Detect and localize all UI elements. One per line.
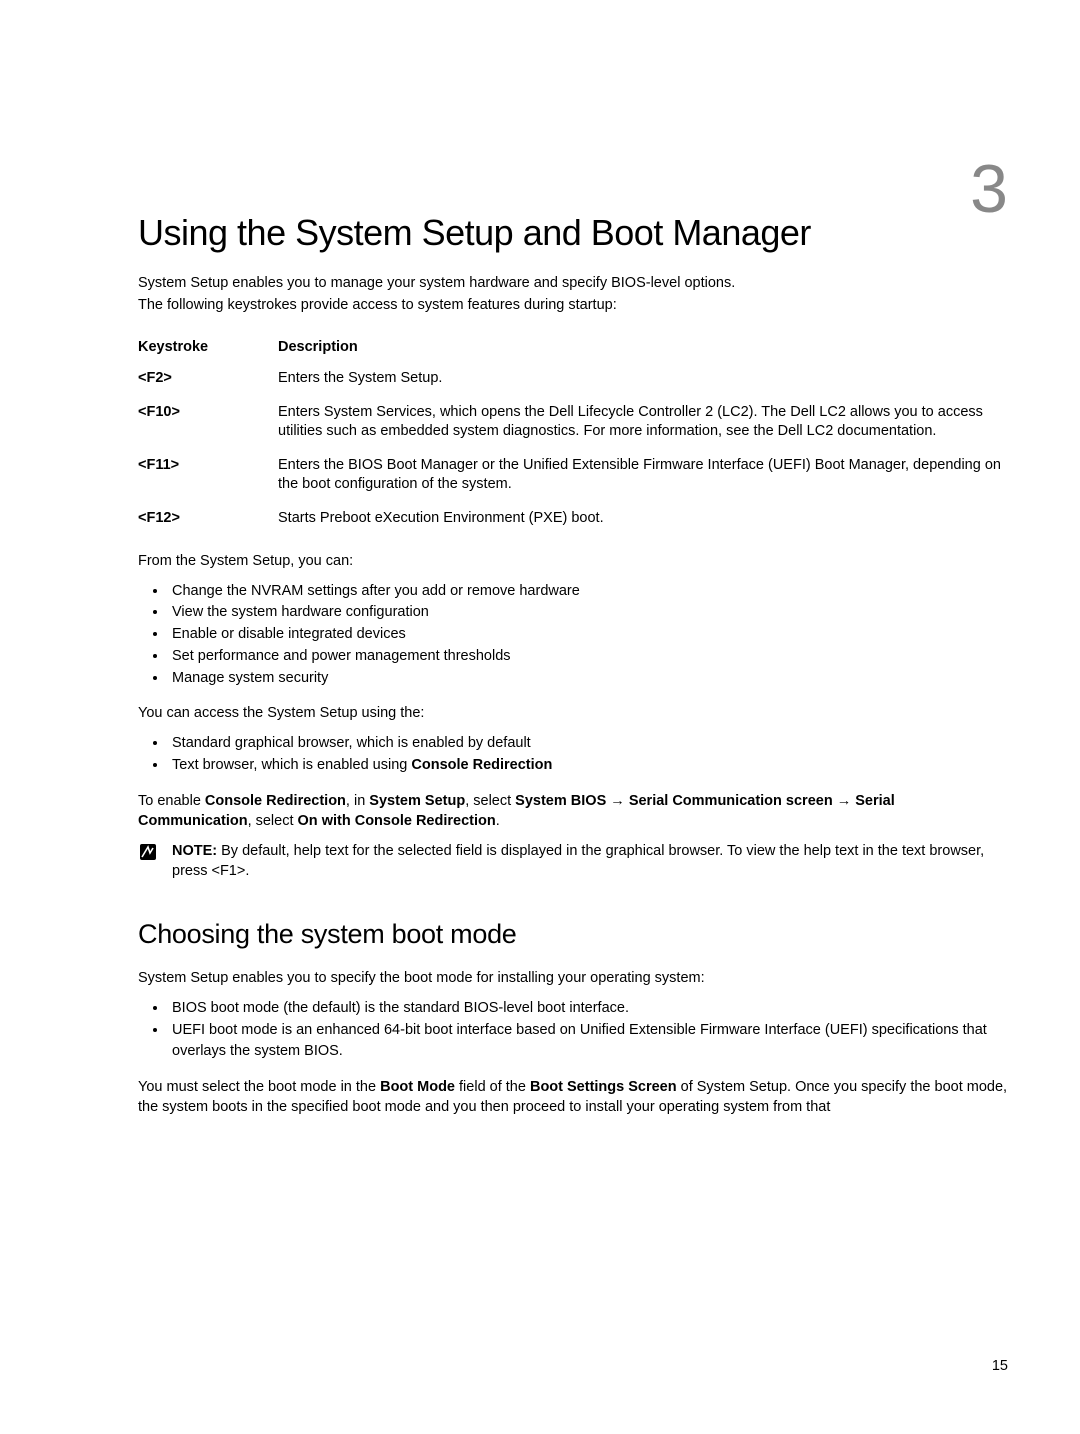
list-item: Set performance and power management thr… [168,646,1010,668]
intro-block: System Setup enables you to manage your … [138,274,1010,315]
setup-bullets: Change the NVRAM settings after you add … [168,581,1010,690]
section2-p2: You must select the boot mode in the Boo… [138,1077,1010,1117]
note-label: NOTE: [172,843,217,859]
list-item: Manage system security [168,668,1010,690]
chapter-number: 3 [970,150,1008,228]
keystroke-cell: <F12> [138,503,278,537]
from-setup-intro: From the System Setup, you can: [138,551,1010,571]
table-row: <F12> Starts Preboot eXecution Environme… [138,503,1010,537]
list-item: Standard graphical browser, which is ena… [168,733,1010,755]
desc-cell: Starts Preboot eXecution Environment (PX… [278,503,1010,537]
section2-bullets: BIOS boot mode (the default) is the stan… [168,998,1010,1063]
desc-cell: Enters System Services, which opens the … [278,397,1010,450]
access-intro: You can access the System Setup using th… [138,703,1010,723]
note-text: NOTE: By default, help text for the sele… [172,841,1010,881]
list-item: UEFI boot mode is an enhanced 64-bit boo… [168,1020,1010,1064]
intro-p2: The following keystrokes provide access … [138,296,1010,316]
note-body: By default, help text for the selected f… [172,843,984,879]
section2-p1: System Setup enables you to specify the … [138,968,1010,988]
note-block: NOTE: By default, help text for the sele… [138,841,1010,881]
access-bullets: Standard graphical browser, which is ena… [168,733,1010,777]
table-row: <F10> Enters System Services, which open… [138,397,1010,450]
list-item: BIOS boot mode (the default) is the stan… [168,998,1010,1020]
note-icon [138,842,158,862]
intro-p1: System Setup enables you to manage your … [138,274,1010,294]
page-title: Using the System Setup and Boot Manager [138,212,1010,254]
enable-console-redirection-para: To enable Console Redirection, in System… [138,791,1010,831]
list-item: Change the NVRAM settings after you add … [168,581,1010,603]
list-item: Text browser, which is enabled using Con… [168,755,1010,777]
list-item: View the system hardware configuration [168,602,1010,624]
table-header-row: Keystroke Description [138,333,1010,363]
keystroke-cell: <F2> [138,363,278,397]
section-heading-boot-mode: Choosing the system boot mode [138,919,1010,950]
page-number: 15 [992,1358,1008,1374]
th-description: Description [278,333,1010,363]
desc-cell: Enters the BIOS Boot Manager or the Unif… [278,450,1010,503]
keystroke-cell: <F11> [138,450,278,503]
page-content: Using the System Setup and Boot Manager … [0,0,1080,1181]
table-row: <F11> Enters the BIOS Boot Manager or th… [138,450,1010,503]
table-row: <F2> Enters the System Setup. [138,363,1010,397]
keystroke-cell: <F10> [138,397,278,450]
th-keystroke: Keystroke [138,333,278,363]
desc-cell: Enters the System Setup. [278,363,1010,397]
list-item: Enable or disable integrated devices [168,624,1010,646]
keystroke-table: Keystroke Description <F2> Enters the Sy… [138,333,1010,536]
